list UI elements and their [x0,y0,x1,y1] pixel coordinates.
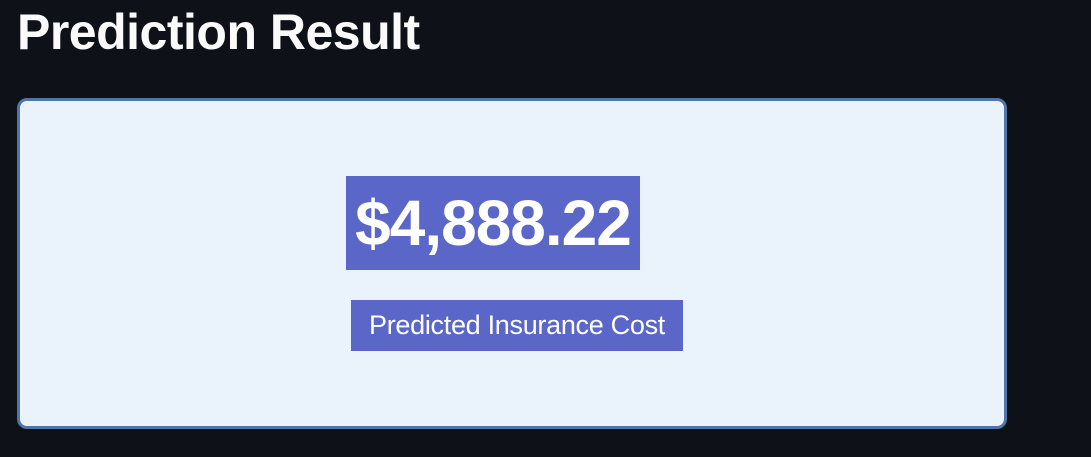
predicted-amount: $4,888.22 [346,176,640,270]
page: Prediction Result $4,888.22 Predicted In… [0,0,1091,457]
predicted-amount-caption: Predicted Insurance Cost [351,300,683,351]
page-title: Prediction Result [17,4,420,60]
prediction-result-card: $4,888.22 Predicted Insurance Cost [17,98,1007,429]
